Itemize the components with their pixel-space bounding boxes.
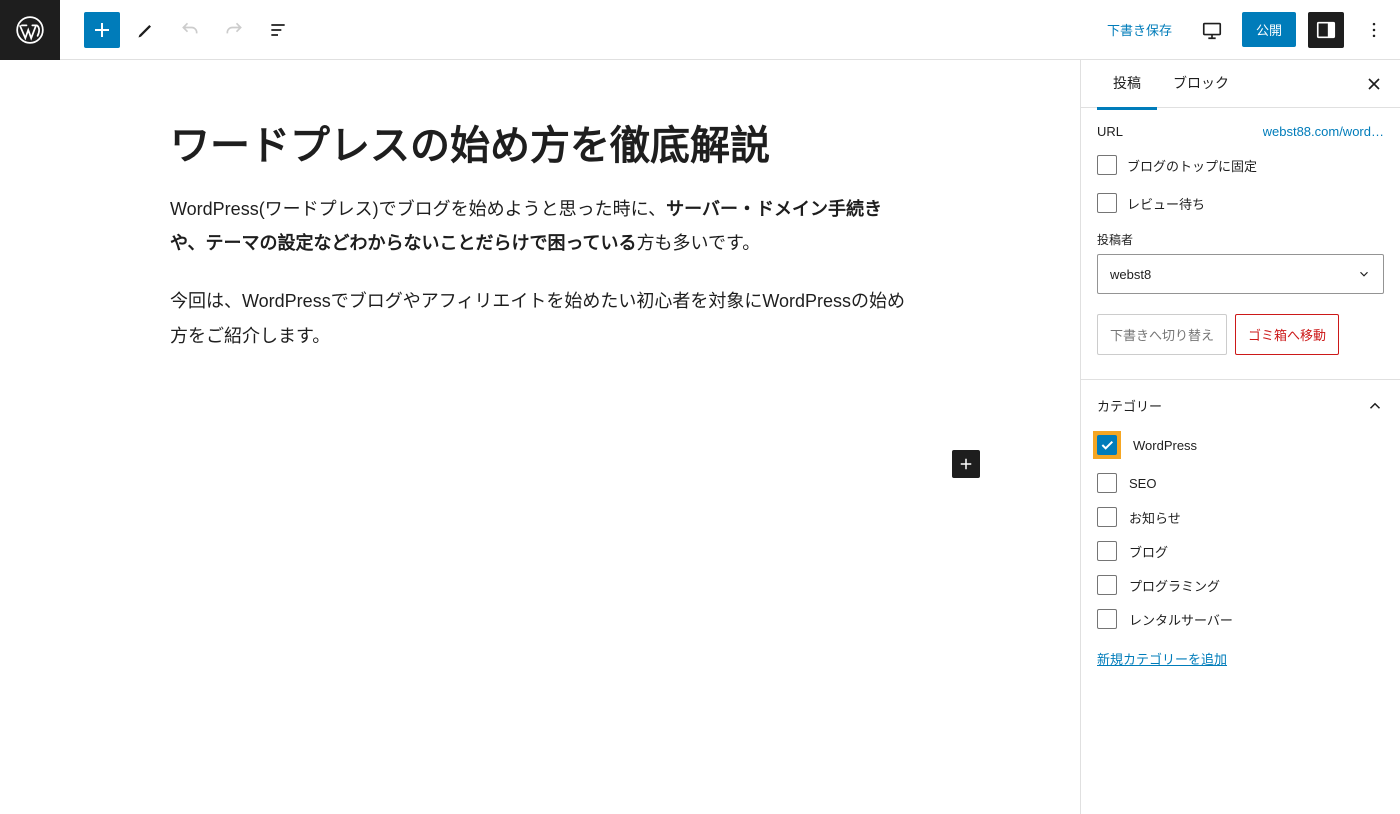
category-label: プログラミング (1129, 576, 1220, 595)
category-checkbox[interactable] (1097, 435, 1117, 455)
category-panel-toggle[interactable]: カテゴリー (1097, 396, 1384, 415)
author-label: 投稿者 (1097, 231, 1384, 248)
list-icon (268, 20, 288, 40)
chevron-up-icon (1366, 397, 1384, 415)
highlight-marker (1093, 431, 1121, 459)
category-label: レンタルサーバー (1129, 610, 1233, 629)
action-row: 下書きへ切り替え ゴミ箱へ移動 (1097, 314, 1384, 355)
toolbar-right: 下書き保存 公開 (1097, 12, 1392, 48)
category-panel: カテゴリー WordPress SEO (1081, 379, 1400, 684)
text: WordPress(ワードプレス)でブログを始めようと思った時に、 (170, 199, 666, 219)
undo-button[interactable] (172, 12, 208, 48)
stick-top-checkbox[interactable] (1097, 155, 1117, 175)
category-label: SEO (1129, 476, 1156, 491)
category-checkbox[interactable] (1097, 541, 1117, 561)
add-category-link[interactable]: 新規カテゴリーを追加 (1097, 643, 1384, 668)
category-item: ブログ (1097, 541, 1384, 561)
category-checkbox[interactable] (1097, 609, 1117, 629)
stick-top-label: ブログのトップに固定 (1127, 156, 1257, 175)
stick-top-row: ブログのトップに固定 (1097, 155, 1384, 175)
category-item: レンタルサーバー (1097, 609, 1384, 629)
pending-review-checkbox[interactable] (1097, 193, 1117, 213)
save-draft-button[interactable]: 下書き保存 (1097, 14, 1182, 45)
wordpress-icon (16, 16, 44, 44)
category-checkbox[interactable] (1097, 473, 1117, 493)
text: 方も多いです。 (637, 233, 761, 253)
inline-add-block-button[interactable] (952, 450, 980, 478)
redo-icon (224, 20, 244, 40)
tab-block[interactable]: ブロック (1157, 60, 1245, 110)
switch-draft-button[interactable]: 下書きへ切り替え (1097, 314, 1227, 355)
pending-review-row: レビュー待ち (1097, 193, 1384, 213)
options-button[interactable] (1356, 12, 1392, 48)
more-vertical-icon (1364, 20, 1384, 40)
category-checkbox[interactable] (1097, 507, 1117, 527)
close-sidebar-button[interactable] (1364, 74, 1384, 94)
author-value: webst8 (1110, 267, 1151, 282)
trash-button[interactable]: ゴミ箱へ移動 (1235, 314, 1339, 355)
category-label: WordPress (1133, 438, 1197, 453)
post-title[interactable]: ワードプレスの始め方を徹底解説 (170, 120, 910, 172)
paragraph-1[interactable]: WordPress(ワードプレス)でブログを始めようと思った時に、サーバー・ドメ… (170, 192, 910, 260)
category-checkbox[interactable] (1097, 575, 1117, 595)
top-toolbar: 下書き保存 公開 (0, 0, 1400, 60)
settings-toggle-button[interactable] (1308, 12, 1344, 48)
preview-button[interactable] (1194, 12, 1230, 48)
author-select[interactable]: webst8 (1097, 254, 1384, 294)
paragraph-2[interactable]: 今回は、WordPressでブログやアフィリエイトを始めたい初心者を対象にWor… (170, 284, 910, 352)
desktop-icon (1201, 19, 1223, 41)
post-status-panel: URL webst88.com/word… ブログのトップに固定 レビュー待ち … (1081, 108, 1400, 379)
pending-review-label: レビュー待ち (1127, 194, 1205, 213)
settings-sidebar: 投稿 ブロック URL webst88.com/word… ブログのトップに固定… (1080, 60, 1400, 814)
plus-icon (957, 455, 975, 473)
check-icon (1099, 437, 1115, 453)
category-item: SEO (1097, 473, 1384, 493)
category-list: WordPress SEO お知らせ ブログ プログラミング (1097, 431, 1384, 629)
add-block-button[interactable] (84, 12, 120, 48)
permalink-link[interactable]: webst88.com/word… (1263, 124, 1384, 139)
plus-icon (90, 18, 114, 42)
category-label: ブログ (1129, 542, 1168, 561)
document-overview-button[interactable] (260, 12, 296, 48)
category-label: お知らせ (1129, 508, 1181, 527)
wordpress-logo[interactable] (0, 0, 60, 60)
chevron-down-icon (1357, 267, 1371, 281)
sidebar-icon (1315, 19, 1337, 41)
category-item: お知らせ (1097, 507, 1384, 527)
toolbar-left (60, 12, 296, 48)
category-heading: カテゴリー (1097, 396, 1162, 415)
edit-tools-button[interactable] (128, 12, 164, 48)
tab-post[interactable]: 投稿 (1097, 60, 1157, 110)
url-label: URL (1097, 124, 1123, 139)
category-item: プログラミング (1097, 575, 1384, 595)
redo-button[interactable] (216, 12, 252, 48)
pencil-icon (136, 20, 156, 40)
editor-canvas[interactable]: ワードプレスの始め方を徹底解説 WordPress(ワードプレス)でブログを始め… (0, 60, 1080, 814)
publish-button[interactable]: 公開 (1242, 12, 1296, 47)
category-item: WordPress (1097, 431, 1384, 459)
url-row: URL webst88.com/word… (1097, 124, 1384, 139)
undo-icon (180, 20, 200, 40)
sidebar-tabs: 投稿 ブロック (1081, 60, 1400, 108)
close-icon (1364, 74, 1384, 94)
